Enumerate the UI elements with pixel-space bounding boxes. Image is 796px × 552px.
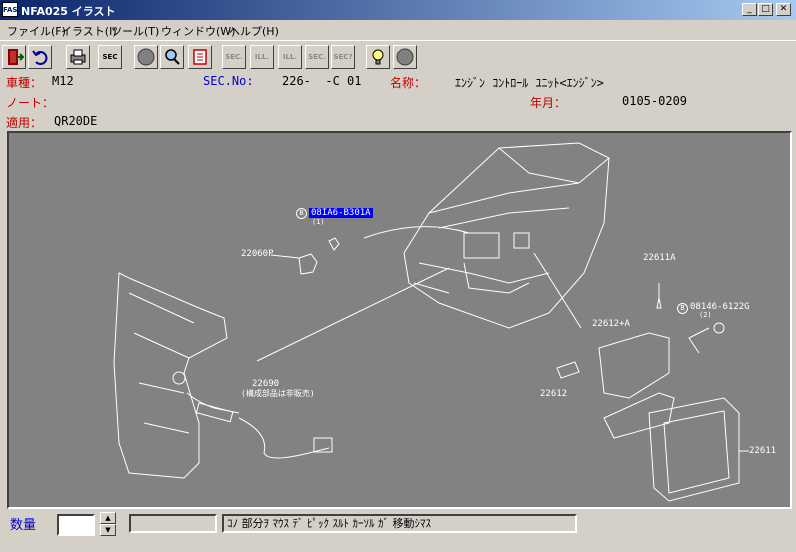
menu-tools[interactable]: ツール(T) [111, 23, 159, 39]
part-22611[interactable]: 22611 [749, 446, 776, 456]
circle-button-2[interactable] [393, 45, 417, 69]
year-value: 0105-0209 [622, 94, 688, 108]
part-08146-qty: (2) [699, 311, 712, 319]
toolbar: SEC SEC. ILL. ILL. SEC. SEC? [0, 40, 796, 72]
undo-icon [32, 50, 48, 65]
menu-file[interactable]: ファイル(F) [7, 23, 66, 39]
chevron-up-icon: ▲ [105, 514, 111, 522]
leader-22060p [270, 254, 300, 259]
engine-port [172, 371, 186, 385]
apply-label: 適用： [6, 116, 43, 130]
title-bar: FAST NFA025 イラスト _ □ ✕ [0, 0, 796, 20]
qty-input[interactable] [57, 514, 95, 536]
illustration-drawing [113, 142, 749, 502]
vehicle-outline [403, 142, 610, 329]
part-22690-note: (構成部品は非販売) [241, 389, 315, 398]
arrow-to-ecu [533, 252, 582, 329]
note-label: ノート： [6, 96, 55, 110]
sec-no-value: 226- -C 01 [282, 74, 362, 88]
app-icon: FAST [2, 2, 22, 17]
engine-ribs [128, 292, 195, 434]
book-button[interactable] [188, 45, 212, 69]
bolt-08146 [713, 322, 725, 334]
next-ill-button[interactable]: ILL. [278, 45, 302, 69]
ecu-body [648, 397, 740, 502]
print-button[interactable] [66, 45, 90, 69]
undo-button[interactable] [28, 45, 52, 69]
exit-door-icon [8, 49, 25, 65]
menu-window[interactable]: ウィンドウ(W) [161, 23, 235, 39]
ecu-bracket-lower [603, 392, 675, 439]
part-22611a[interactable]: 22611A [643, 253, 676, 263]
maximize-button[interactable]: □ [758, 3, 773, 16]
bolt-symbol-1: B [296, 208, 307, 219]
qty-spin-up[interactable]: ▲ [100, 512, 116, 524]
close-button[interactable]: ✕ [776, 3, 791, 16]
gray-circle-icon [137, 48, 155, 66]
ecu-face [663, 410, 730, 494]
apply-value: QR20DE [54, 114, 98, 128]
lightbulb-icon [372, 49, 384, 65]
part-22612a[interactable]: 22612+A [592, 319, 630, 329]
sec-query-button[interactable]: SEC? [331, 45, 355, 69]
vehicle-value: M12 [52, 74, 74, 88]
arrow-to-engine [256, 267, 450, 362]
window-title: NFA025 イラスト [21, 5, 116, 18]
menu-illust[interactable]: イラスト(I) [61, 23, 117, 39]
sec-list-button[interactable]: SEC [98, 45, 122, 69]
name-value: ｴﾝｼﾞﾝ ｺﾝﾄﾛｰﾙ ﾕﾆｯﾄ<ｴﾝｼﾞﾝ> [455, 76, 604, 90]
magnifier-icon [165, 49, 180, 65]
o2-sensor [195, 402, 234, 423]
first-ill-button[interactable]: ILL. [250, 45, 274, 69]
help-bulb-button[interactable] [366, 45, 390, 69]
next-sec-button[interactable]: SEC. [305, 45, 329, 69]
book-icon [193, 49, 207, 65]
zoom-button[interactable] [160, 45, 184, 69]
highlighted-part-number[interactable]: 08IA6-B301A [309, 208, 373, 218]
name-label: 名称： [390, 76, 427, 90]
year-label: 年月： [530, 96, 567, 110]
engine-block [113, 272, 228, 479]
minimize-button[interactable]: _ [742, 3, 757, 16]
qty-label: 数量 [10, 518, 37, 533]
sensor-part [298, 237, 340, 275]
status-message: ｺﾉ 部分ｦ ﾏｳｽ ﾃﾞ ﾋﾟｯｸ ｽﾙﾄ ｶｰｿﾙ ｶﾞ 移動ｼﾏｽ [222, 514, 577, 533]
gray-circle-icon [396, 48, 414, 66]
part-22060p[interactable]: 22060P [241, 249, 274, 259]
sec-no-label: SEC.No: [203, 74, 254, 88]
illustration-canvas[interactable]: B 08IA6-B301A (1) 22060P 22611A B 08146-… [7, 131, 792, 509]
ecu-bracket-top [598, 332, 670, 399]
circle-button-1[interactable] [134, 45, 158, 69]
highlighted-part-qty: (1) [312, 218, 325, 226]
status-field [129, 514, 217, 533]
bolt-22611a [656, 283, 662, 309]
menu-help[interactable]: ヘルプ(H) [229, 23, 279, 39]
bolt-symbol-2: B [677, 303, 688, 314]
status-bar: 数量 ▲ ▼ ｺﾉ 部分ｦ ﾏｳｽ ﾃﾞ ﾋﾟｯｸ ｽﾙﾄ ｶｰｿﾙ ｶﾞ 移動… [0, 511, 796, 552]
ecu-on-vehicle [513, 232, 530, 249]
menu-bar: ファイル(F) イラスト(I) ツール(T) ウィンドウ(W) ヘルプ(H) [0, 20, 796, 39]
qty-spin-down[interactable]: ▼ [100, 524, 116, 536]
vehicle-label: 車種： [6, 76, 43, 90]
exit-button[interactable] [2, 45, 26, 69]
engine-unit-on-vehicle [463, 232, 500, 259]
clip-22612 [556, 361, 580, 379]
printer-icon [70, 49, 86, 65]
part-22612[interactable]: 22612 [540, 389, 567, 399]
leader-08146 [688, 327, 710, 354]
chevron-down-icon: ▼ [105, 526, 111, 534]
prev-sec-button[interactable]: SEC. [222, 45, 246, 69]
